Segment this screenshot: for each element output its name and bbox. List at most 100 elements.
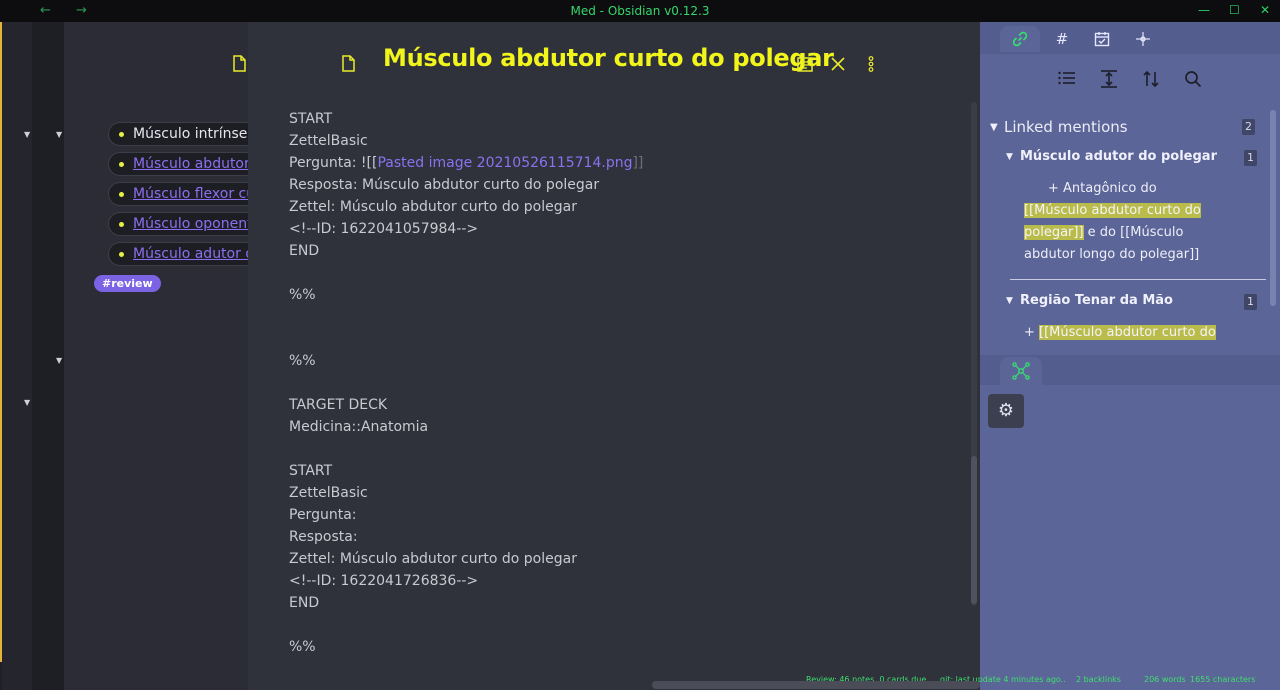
collapse-caret-icon[interactable]: ▼ (24, 130, 30, 139)
move-icon (1136, 32, 1150, 46)
editor-pane: Músculo abdutor curto do polegar START Ze… (248, 22, 980, 690)
file-icon (233, 55, 246, 72)
editor-line[interactable] (289, 328, 643, 350)
mention-count-badge: 1 (1244, 150, 1257, 166)
editor-line[interactable] (289, 438, 643, 460)
window-title: Med - Obsidian v0.12.3 (570, 4, 710, 18)
editor-line[interactable]: Zettel: Músculo abdutor curto do polegar (289, 548, 643, 570)
graph-icon (1012, 362, 1030, 380)
search-icon[interactable] (1184, 70, 1202, 88)
close-icon[interactable] (831, 57, 845, 71)
backlinks-count: 2 backlinks (1076, 675, 1121, 684)
editor-line[interactable]: Resposta: (289, 526, 643, 548)
editor-scrollbar-thumb[interactable] (971, 456, 977, 604)
list-item-link[interactable]: Músculo oponente do polegar (133, 216, 248, 232)
line-text: Pergunta: ![[ (289, 155, 378, 171)
list-item[interactable]: Músculo intrínseco (108, 122, 248, 146)
backlink-group-title[interactable]: Músculo adutor do polegar (1020, 149, 1217, 164)
editor-line[interactable]: %% (289, 350, 643, 372)
editor-header: Músculo abdutor curto do polegar (248, 22, 980, 102)
snippet-highlight: [[Músculo abdutor curto do (1039, 325, 1216, 340)
snippet-text: + Antagônico do (1048, 181, 1157, 196)
collapse-caret-icon[interactable]: ▼ (56, 356, 62, 365)
internal-link[interactable]: Pasted image 20210526115714.png (377, 155, 632, 171)
word-count: 206 words (1144, 675, 1186, 684)
editor-line[interactable]: Pergunta: ![[Pasted image 20210526115714… (289, 152, 643, 174)
editor-line[interactable]: %% (289, 284, 643, 306)
right-sidebar: # ▼ Linked mentions 2 ▼ Músculo adutor d… (980, 22, 1280, 690)
review-tag[interactable]: #review (94, 275, 161, 292)
backlink-group-title[interactable]: Região Tenar da Mão (1020, 293, 1173, 308)
list-item[interactable]: Músculo flexor curto do polegar (108, 182, 248, 206)
editor-line[interactable] (289, 614, 643, 636)
calendar-tab[interactable] (1082, 26, 1122, 52)
reading-mode-icon[interactable] (797, 57, 813, 72)
mention-count-badge: 1 (1244, 294, 1257, 310)
page-title[interactable]: Músculo abdutor curto do polegar (383, 44, 834, 72)
editor-line[interactable] (289, 262, 643, 284)
list-item-link[interactable]: Músculo flexor curto do polegar (133, 186, 248, 202)
backlinks-tab[interactable] (1000, 26, 1040, 52)
editor-line[interactable]: %% (289, 636, 643, 658)
tags-tab[interactable]: # (1042, 26, 1082, 52)
status-bar: Review: 46 notes, 0 cards due git: last … (0, 672, 1280, 690)
close-window-icon[interactable]: ✕ (1260, 3, 1270, 17)
backlinks-scrollbar[interactable] (1270, 110, 1276, 306)
editor-line[interactable]: ZettelBasic (289, 130, 643, 152)
linked-mentions-heading: Linked mentions (1004, 118, 1128, 136)
list-item[interactable]: Músculo oponente do polegar (108, 212, 248, 236)
editor-line[interactable]: Zettel: Músculo abdutor curto do polegar (289, 196, 643, 218)
graph-tab[interactable] (1123, 26, 1163, 52)
editor-content[interactable]: START ZettelBasic Pergunta: ![[Pasted imag… (289, 108, 643, 658)
editor-line[interactable]: Pergunta: (289, 504, 643, 526)
link-icon (1012, 31, 1028, 47)
minimize-icon[interactable]: — (1198, 3, 1210, 17)
editor-line[interactable]: END (289, 592, 643, 614)
editor-line[interactable] (289, 372, 643, 394)
snippet-text: + (1024, 325, 1040, 340)
bullet-icon (119, 192, 124, 197)
lower-sidebar-tabs (980, 355, 1280, 385)
sort-icon[interactable] (1142, 70, 1160, 88)
right-sidebar-tabs: # (980, 22, 1280, 54)
bullet-icon (119, 252, 124, 257)
divider (1010, 279, 1266, 280)
list-item-link[interactable]: Músculo abdutor curto do polegar (133, 156, 248, 172)
maximize-icon[interactable]: ☐ (1229, 3, 1240, 17)
editor-line[interactable] (289, 306, 643, 328)
backlink-snippet[interactable]: + Antagônico do [[Músculo abdutor curto … (1024, 178, 1224, 266)
bullet-icon (119, 132, 124, 137)
editor-line[interactable]: END (289, 240, 643, 262)
left-gutter-inner: ▼ ▼ (32, 22, 64, 690)
list-item-link[interactable]: Músculo adutor do polegar (133, 246, 248, 262)
left-gutter: ▼ ▼ (2, 22, 32, 690)
hash-icon: # (1055, 30, 1069, 48)
editor-line[interactable]: TARGET DECK (289, 394, 643, 416)
editor-line[interactable]: Resposta: Músculo abdutor curto do poleg… (289, 174, 643, 196)
graph-settings-button[interactable]: ⚙ (988, 394, 1024, 428)
collapse-caret-icon[interactable]: ▼ (1006, 296, 1013, 306)
list-item-label: Músculo intrínseco (133, 126, 248, 142)
collapse-caret-icon[interactable]: ▼ (24, 398, 30, 407)
backlink-snippet[interactable]: + [[Músculo abdutor curto do (1024, 322, 1224, 348)
editor-line[interactable]: START (289, 460, 643, 482)
line-text: ]] (632, 155, 644, 171)
editor-line[interactable]: START (289, 108, 643, 130)
editor-line[interactable]: <!--ID: 1622041057984--> (289, 218, 643, 240)
horizontal-scrollbar[interactable] (652, 681, 980, 689)
list-icon[interactable] (1058, 70, 1076, 86)
graph-view-tab[interactable] (1000, 357, 1042, 385)
collapse-caret-icon[interactable]: ▼ (56, 130, 62, 139)
expand-icon[interactable] (1100, 70, 1118, 88)
list-item[interactable]: Músculo adutor do polegar (108, 242, 248, 266)
mention-count-badge: 2 (1242, 119, 1255, 135)
list-item[interactable]: Músculo abdutor curto do polegar (108, 152, 248, 176)
outline-pane: Músculo intrínseco Músculo abdutor curto… (64, 22, 248, 690)
bullet-icon (119, 222, 124, 227)
editor-line[interactable]: <!--ID: 1622041726836--> (289, 570, 643, 592)
editor-line[interactable]: ZettelBasic (289, 482, 643, 504)
collapse-caret-icon[interactable]: ▼ (990, 122, 998, 133)
collapse-caret-icon[interactable]: ▼ (1006, 152, 1013, 162)
editor-line[interactable]: Medicina::Anatomia (289, 416, 643, 438)
more-options-icon[interactable] (868, 56, 874, 72)
